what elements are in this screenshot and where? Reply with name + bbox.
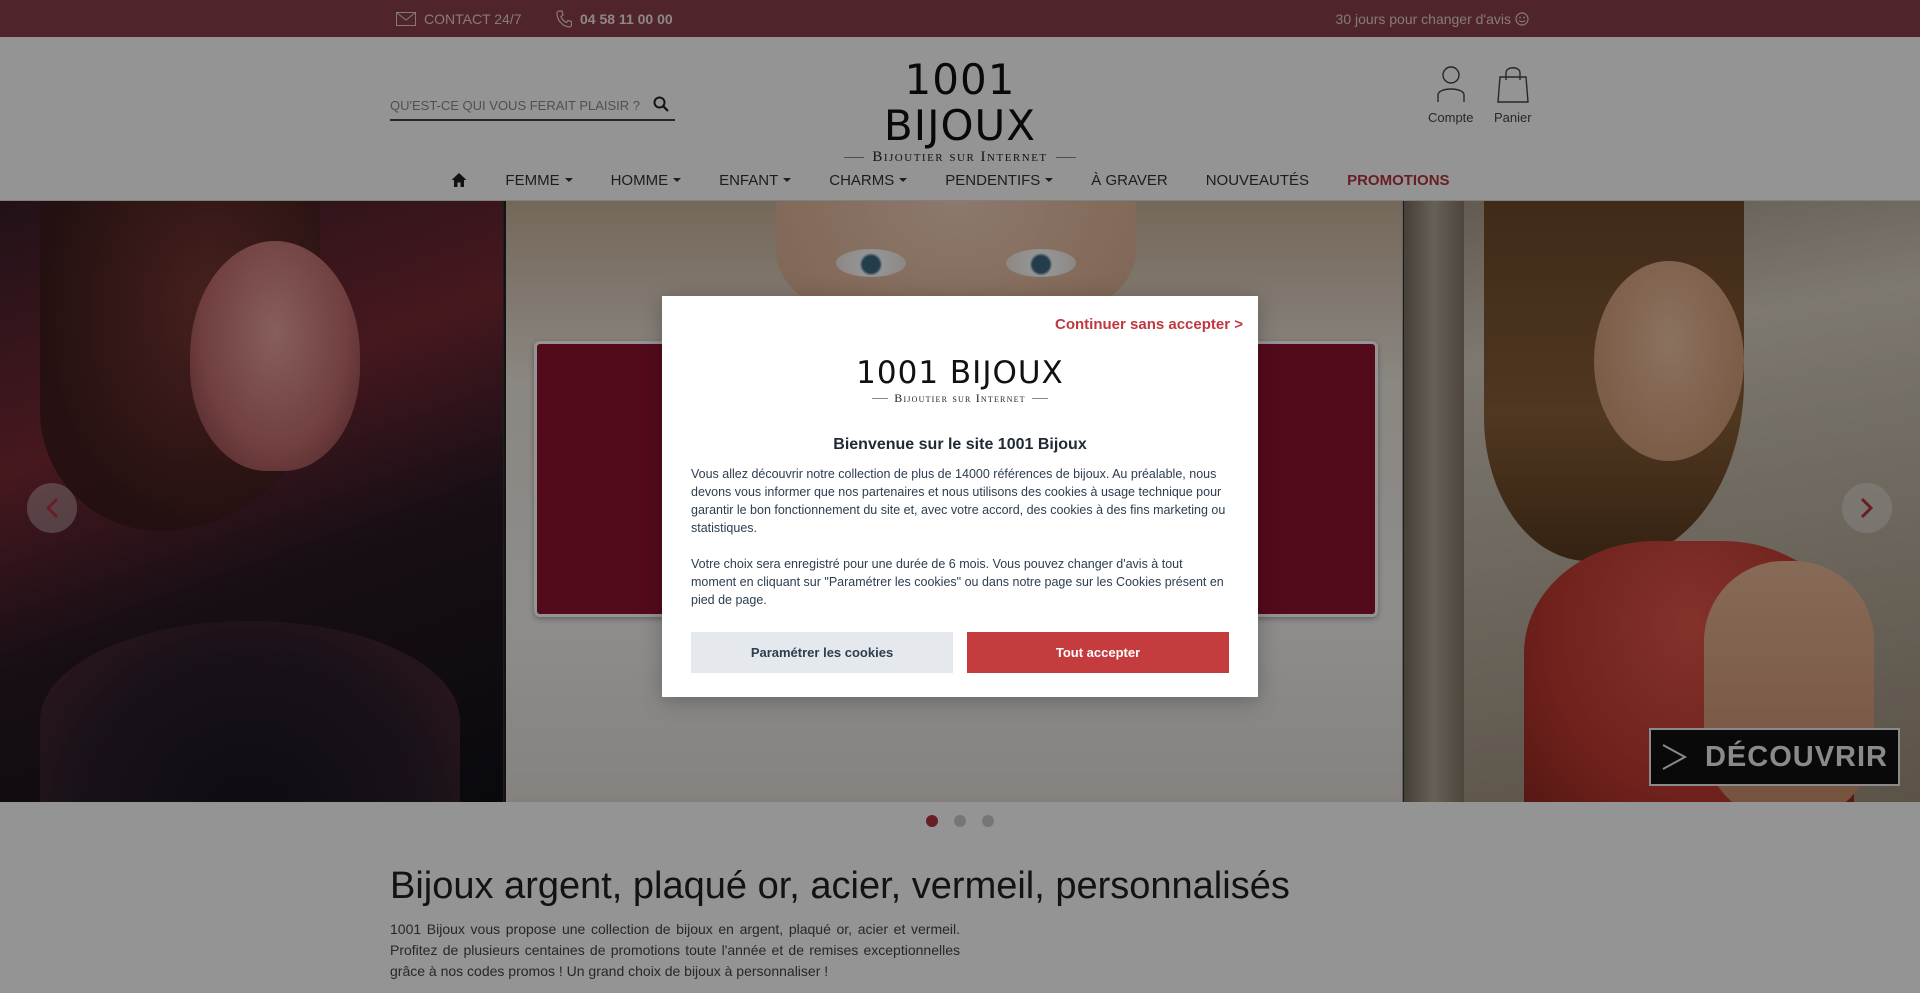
modal-logo-main: 1001 BIJOUX bbox=[856, 355, 1064, 391]
modal-logo-sub: Bijoutier sur Internet bbox=[894, 391, 1026, 405]
cookie-settings-button[interactable]: Paramétrer les cookies bbox=[691, 632, 953, 673]
cookie-consent-modal: Continuer sans accepter > 1001 BIJOUX Bi… bbox=[662, 296, 1258, 697]
modal-paragraph-1: Vous allez découvrir notre collection de… bbox=[691, 467, 1226, 535]
continue-without-accepting-link[interactable]: Continuer sans accepter > bbox=[1055, 316, 1243, 333]
modal-logo-tagline: Bijoutier sur Internet bbox=[662, 391, 1258, 406]
modal-logo: 1001 BIJOUX Bijoutier sur Internet bbox=[662, 356, 1258, 406]
modal-title: Bienvenue sur le site 1001 Bijoux bbox=[833, 436, 1087, 453]
accept-all-button[interactable]: Tout accepter bbox=[967, 632, 1229, 673]
modal-paragraph-2: Votre choix sera enregistré pour une dur… bbox=[691, 557, 1224, 607]
